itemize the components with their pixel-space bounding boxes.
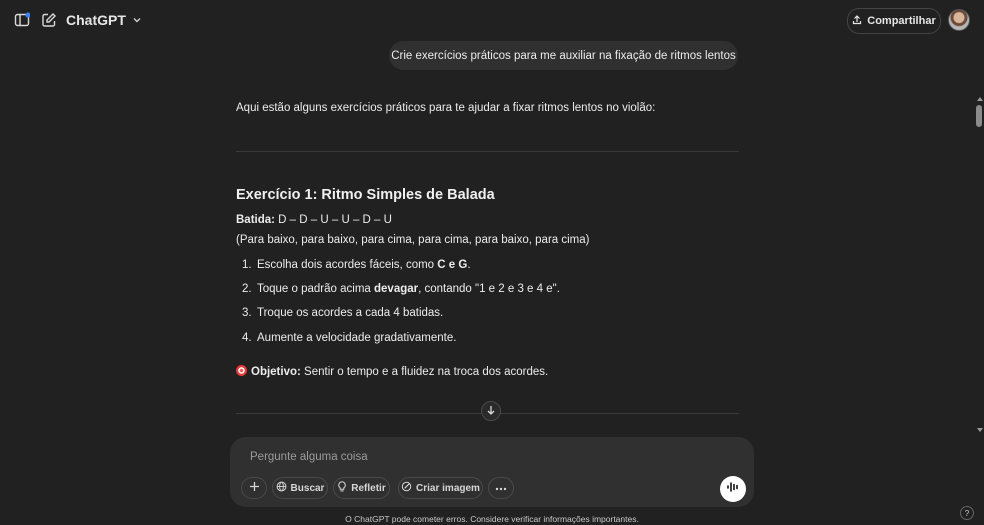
plus-icon <box>249 481 260 495</box>
list-item: 1. Escolha dois acordes fáceis, como C e … <box>242 259 471 271</box>
list-item: 2. Toque o padrão acima devagar, contando… <box>242 283 560 295</box>
ellipsis-icon <box>495 483 507 494</box>
reason-label: Refletir <box>351 482 386 494</box>
user-message: Crie exercícios práticos para me auxilia… <box>389 41 738 70</box>
scroll-down-arrow-icon[interactable] <box>977 428 983 432</box>
share-button[interactable]: Compartilhar <box>847 8 941 34</box>
objective-line: Objetivo: Sentir o tempo e a fluidez na … <box>236 365 548 378</box>
strum-label: Batida: <box>236 214 275 226</box>
disclaimer: O ChatGPT pode cometer erros. Considere … <box>345 514 639 524</box>
assistant-intro: Aqui estão alguns exercícios práticos pa… <box>236 102 656 114</box>
list-item: 3. Troque os acordes a cada 4 batidas. <box>242 307 444 319</box>
scroll-to-bottom-button[interactable] <box>481 401 501 421</box>
prompt-input[interactable] <box>248 447 692 467</box>
composer: Buscar Refletir Criar imagem <box>230 437 754 507</box>
chevron-down-icon <box>132 12 142 28</box>
exercise-title: Exercício 1: Ritmo Simples de Balada <box>236 187 495 203</box>
share-upload-icon <box>852 14 862 28</box>
strum-pattern: D – D – U – U – D – U <box>274 214 392 226</box>
avatar[interactable] <box>948 9 970 31</box>
share-label: Compartilhar <box>867 15 936 27</box>
search-label: Buscar <box>290 482 325 494</box>
voice-mode-button[interactable] <box>720 476 746 502</box>
model-switcher[interactable]: ChatGPT <box>66 9 142 31</box>
strum-explanation: (Para baixo, para baixo, para cima, para… <box>236 234 590 246</box>
help-button[interactable]: ? <box>960 506 974 520</box>
scrollbar[interactable] <box>974 97 984 437</box>
divider <box>236 151 739 152</box>
create-image-label: Criar imagem <box>416 482 480 494</box>
strum-line: Batida: D – D – U – U – D – U <box>236 214 392 226</box>
user-message-text: Crie exercícios práticos para me auxilia… <box>391 49 736 62</box>
sidebar-toggle-icon[interactable] <box>10 8 34 32</box>
create-image-button[interactable]: Criar imagem <box>398 477 483 499</box>
objective-label: Objetivo: <box>251 366 301 378</box>
waveform-icon <box>726 480 740 498</box>
objective-text: Sentir o tempo e a fluidez na troca dos … <box>300 366 549 378</box>
attach-button[interactable] <box>241 477 267 499</box>
more-tools-button[interactable] <box>488 477 514 499</box>
arrow-down-icon <box>486 402 496 420</box>
top-bar: ChatGPT Compartilhar <box>0 0 984 40</box>
image-brush-icon <box>401 481 412 495</box>
reason-button[interactable]: Refletir <box>333 477 390 499</box>
new-chat-icon[interactable] <box>37 8 61 32</box>
globe-icon <box>276 481 287 495</box>
scroll-up-arrow-icon[interactable] <box>977 97 983 101</box>
scrollbar-thumb[interactable] <box>976 105 982 127</box>
target-icon <box>236 365 247 376</box>
search-button[interactable]: Buscar <box>272 477 328 499</box>
list-item: 4. Aumente a velocidade gradativamente. <box>242 332 457 344</box>
lightbulb-icon <box>337 481 347 495</box>
model-name: ChatGPT <box>66 12 126 28</box>
